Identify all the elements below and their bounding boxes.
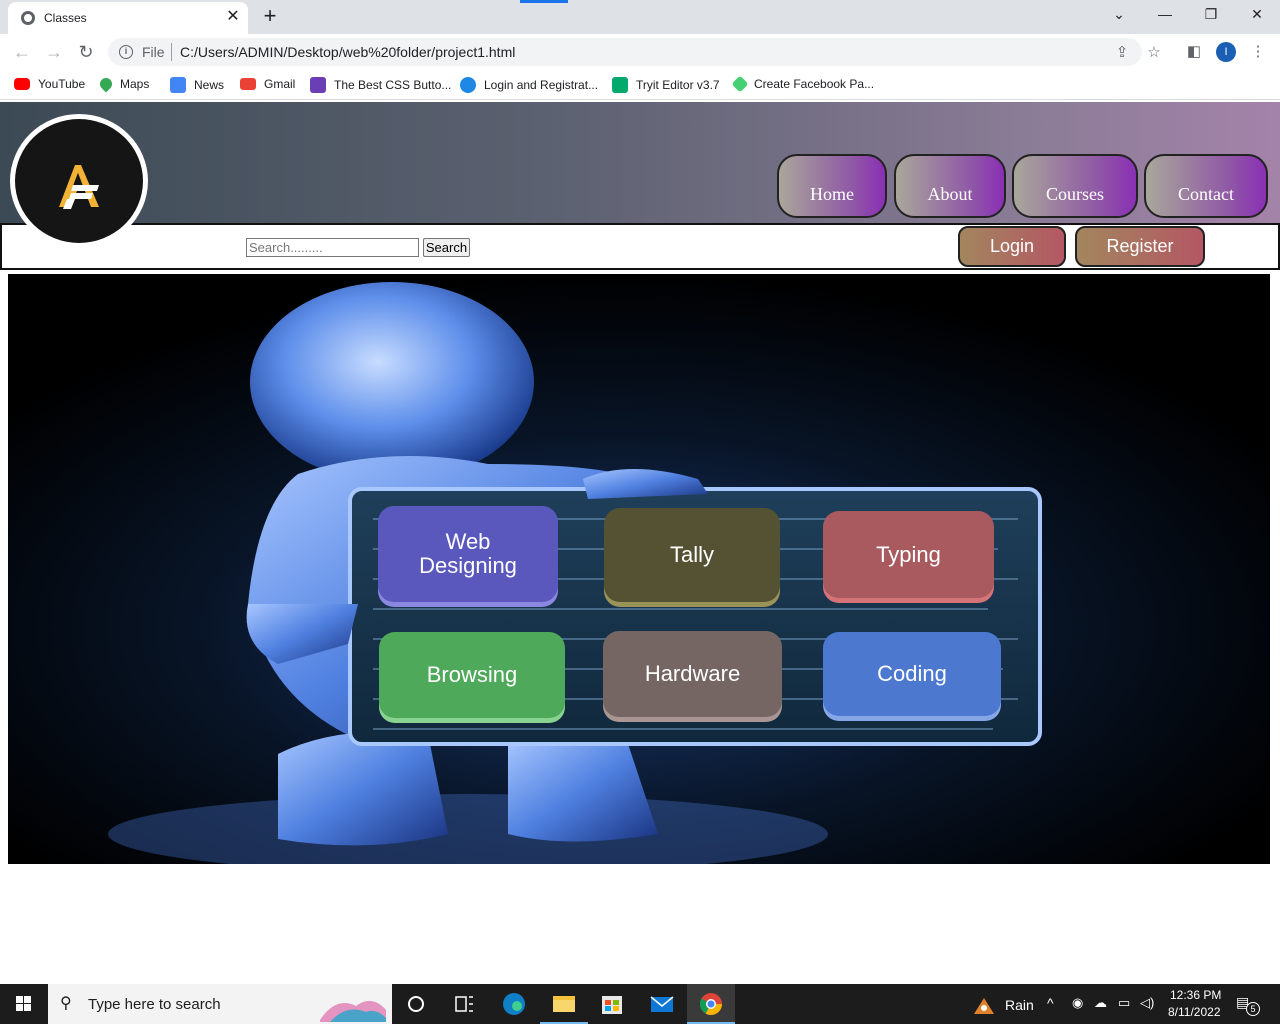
bookmark-youtube[interactable]: YouTube <box>14 77 85 91</box>
notification-count-badge: 5 <box>1246 1002 1260 1016</box>
task-view-icon <box>455 996 473 1012</box>
nav-about[interactable]: About <box>894 154 1006 218</box>
cortana-icon <box>408 996 424 1012</box>
course-browsing[interactable]: Browsing <box>379 632 565 718</box>
logo-mark-icon <box>59 165 99 209</box>
search-button[interactable]: Search <box>423 238 470 257</box>
w3-icon <box>612 77 628 93</box>
meet-now-icon[interactable]: ◉ <box>1072 995 1083 1011</box>
url-text[interactable]: C:/Users/ADMIN/Desktop/web%20folder/proj… <box>180 44 515 60</box>
share-icon[interactable]: ⇪ <box>1112 43 1132 61</box>
nav-courses[interactable]: Courses <box>1012 154 1138 218</box>
file-explorer-app[interactable] <box>540 984 588 1024</box>
youtube-icon <box>14 78 30 90</box>
site-header: Home About Courses Contact <box>0 102 1280 224</box>
reload-icon[interactable]: ↻ <box>74 40 98 64</box>
windows-start-button[interactable] <box>0 984 48 1024</box>
notification-center-button[interactable]: ▤ 5 <box>1236 994 1260 1016</box>
store-icon <box>602 996 622 1014</box>
maps-icon <box>97 75 115 93</box>
hero-image: Web Designing Tally Typing Browsing Hard… <box>8 274 1270 864</box>
search-input[interactable]: Search......... <box>246 238 419 257</box>
onedrive-cloud-icon[interactable]: ☁ <box>1094 995 1107 1011</box>
bookmark-facebook-page[interactable]: Create Facebook Pa... <box>731 75 874 93</box>
back-icon[interactable]: ← <box>10 40 34 64</box>
register-button[interactable]: Register <box>1075 226 1205 267</box>
side-panel-icon[interactable]: ◧ <box>1184 42 1204 60</box>
nav-contact[interactable]: Contact <box>1144 154 1268 218</box>
weather-label[interactable]: Rain <box>1005 997 1034 1013</box>
course-web-designing[interactable]: Web Designing <box>378 506 558 602</box>
bookmarks-bar: YouTube Maps News Gmail The Best CSS But… <box>0 70 1280 100</box>
search-highlight-icon <box>320 1000 386 1022</box>
css-icon <box>310 77 326 93</box>
volume-icon[interactable]: ◁) <box>1140 995 1154 1011</box>
rain-weather-icon <box>974 998 994 1014</box>
search-bar: Search......... Search Login Register <box>0 223 1280 270</box>
active-tab[interactable]: Classes ✕ <box>8 2 248 34</box>
site-logo[interactable] <box>10 114 148 248</box>
bookmark-css-buttons[interactable]: The Best CSS Butto... <box>310 77 451 93</box>
clock-time[interactable]: 12:36 PM <box>1170 988 1221 1002</box>
search-icon: ⚲ <box>60 995 72 1012</box>
minimize-button[interactable]: — <box>1150 4 1180 24</box>
browser-toolbar: ← → ↻ i File C:/Users/ADMIN/Desktop/web%… <box>0 34 1280 70</box>
folder-icon <box>553 996 575 1012</box>
windows-taskbar: ⚲ Type here to search Rain ^ ◉ ☁ ▭ ◁) 12… <box>0 984 1280 1024</box>
tab-drag-indicator <box>520 0 568 3</box>
mail-icon <box>650 996 674 1012</box>
course-coding[interactable]: Coding <box>823 632 1001 716</box>
course-hardware[interactable]: Hardware <box>603 631 782 717</box>
new-tab-button[interactable]: + <box>258 3 282 29</box>
bookmark-maps[interactable]: Maps <box>97 75 149 93</box>
taskbar-search-box[interactable]: ⚲ Type here to search <box>48 984 392 1024</box>
globe-icon <box>21 11 35 25</box>
tab-strip: Classes ✕ + ⌄ — ❐ ✕ <box>0 0 1280 34</box>
chevron-up-icon[interactable]: ^ <box>1047 995 1054 1011</box>
bookmark-star-icon[interactable]: ☆ <box>1144 43 1164 61</box>
profile-avatar[interactable]: I <box>1216 42 1236 62</box>
chrome-app[interactable] <box>687 984 735 1024</box>
bookmark-news[interactable]: News <box>170 77 224 93</box>
info-icon[interactable]: i <box>119 45 133 59</box>
course-typing[interactable]: Typing <box>823 511 994 598</box>
tab-search-button[interactable]: ⌄ <box>1104 4 1134 24</box>
edge-icon <box>503 993 525 1015</box>
url-scheme: File <box>142 44 165 60</box>
cn-icon <box>460 77 476 93</box>
store-app[interactable] <box>588 984 636 1024</box>
close-window-button[interactable]: ✕ <box>1242 4 1272 24</box>
cortana-button[interactable] <box>392 984 440 1024</box>
news-icon <box>170 77 186 93</box>
bookmark-gmail[interactable]: Gmail <box>240 77 295 91</box>
chrome-icon <box>700 993 722 1015</box>
tab-close-button[interactable]: ✕ <box>224 7 242 27</box>
nav-home[interactable]: Home <box>777 154 887 218</box>
menu-kebab-icon[interactable]: ⋮ <box>1248 42 1268 60</box>
edge-app[interactable] <box>490 984 538 1024</box>
network-icon[interactable]: ▭ <box>1118 995 1130 1011</box>
gmail-icon <box>240 78 256 90</box>
task-view-button[interactable] <box>440 984 488 1024</box>
forward-icon[interactable]: → <box>42 40 66 64</box>
clock-date[interactable]: 8/11/2022 <box>1168 1005 1221 1019</box>
bookmark-tryit-editor[interactable]: Tryit Editor v3.7 <box>612 77 720 93</box>
login-button[interactable]: Login <box>958 226 1066 267</box>
page-content: Home About Courses Contact Search.......… <box>0 102 1280 982</box>
mail-app[interactable] <box>638 984 686 1024</box>
taskbar-search-text: Type here to search <box>88 996 221 1013</box>
windows-logo-icon <box>16 996 31 1011</box>
course-tally[interactable]: Tally <box>604 508 780 602</box>
tab-title: Classes <box>44 11 87 25</box>
bookmark-login-registration[interactable]: Login and Registrat... <box>460 77 598 93</box>
codepen-icon <box>731 75 749 93</box>
url-divider <box>171 43 172 61</box>
restore-button[interactable]: ❐ <box>1196 4 1226 24</box>
address-bar[interactable]: i File C:/Users/ADMIN/Desktop/web%20fold… <box>108 38 1161 66</box>
